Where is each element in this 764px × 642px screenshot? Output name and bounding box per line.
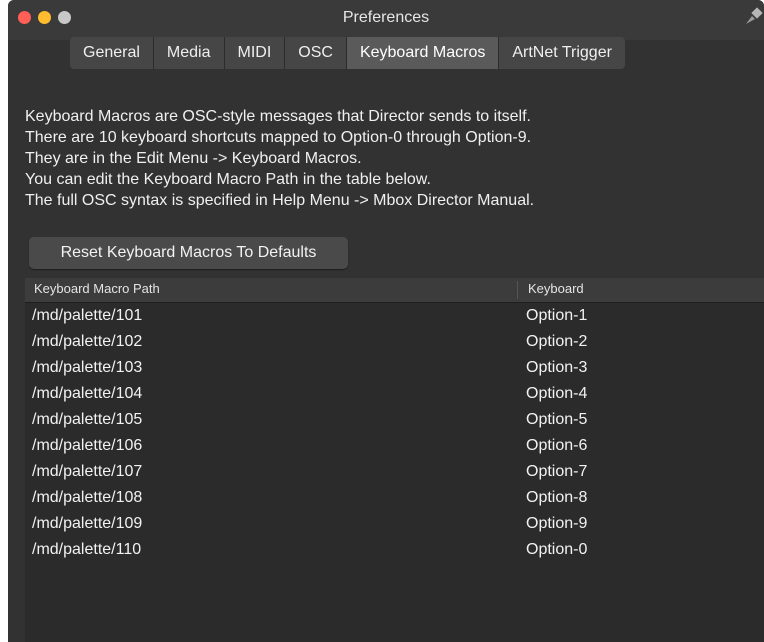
table-row[interactable]: /md/palette/104 Option-4 (25, 382, 764, 408)
table-row[interactable]: /md/palette/110 Option-0 (25, 538, 764, 564)
macro-path-cell[interactable]: /md/palette/104 (32, 385, 142, 403)
title-bar[interactable]: Preferences (8, 0, 764, 40)
macro-path-cell[interactable]: /md/palette/103 (32, 359, 142, 377)
reset-keyboard-macros-button[interactable]: Reset Keyboard Macros To Defaults (29, 237, 348, 269)
description-line: They are in the Edit Menu -> Keyboard Ma… (25, 150, 362, 167)
column-header-keyboard[interactable]: Keyboard (528, 281, 584, 296)
tab-general[interactable]: General (70, 37, 154, 69)
keyboard-cell: Option-0 (526, 541, 588, 558)
tab-midi[interactable]: MIDI (225, 37, 286, 69)
macro-path-cell[interactable]: /md/palette/102 (32, 333, 142, 351)
table-row[interactable]: /md/palette/107 Option-7 (25, 460, 764, 486)
macro-path-cell[interactable]: /md/palette/105 (32, 411, 142, 429)
keyboard-macros-table: Keyboard Macro Path Keyboard /md/palette… (25, 278, 764, 642)
keyboard-cell: Option-5 (526, 411, 588, 428)
description-text: Keyboard Macros are OSC-style messages t… (25, 106, 755, 211)
keyboard-cell: Option-6 (526, 437, 588, 454)
table-row[interactable]: /md/palette/101 Option-1 (25, 304, 764, 330)
description-line: The full OSC syntax is specified in Help… (25, 192, 535, 209)
keyboard-cell: Option-7 (526, 463, 588, 480)
column-divider[interactable] (517, 281, 518, 299)
table-row[interactable]: /md/palette/109 Option-9 (25, 512, 764, 538)
tab-artnet-trigger[interactable]: ArtNet Trigger (499, 37, 625, 69)
column-header-path[interactable]: Keyboard Macro Path (34, 281, 160, 296)
table-row[interactable]: /md/palette/106 Option-6 (25, 434, 764, 460)
macro-path-cell[interactable]: /md/palette/109 (32, 515, 142, 533)
table-body: /md/palette/101 Option-1 /md/palette/102… (25, 304, 764, 564)
keyboard-cell: Option-8 (526, 489, 588, 506)
description-line: You can edit the Keyboard Macro Path in … (25, 171, 431, 188)
preferences-window: Preferences General Media MIDI OSC Keybo… (8, 0, 764, 642)
table-row[interactable]: /md/palette/103 Option-3 (25, 356, 764, 382)
description-line: Keyboard Macros are OSC-style messages t… (25, 108, 531, 125)
macro-path-cell[interactable]: /md/palette/108 (32, 489, 142, 507)
macro-path-cell[interactable]: /md/palette/110 (32, 541, 141, 559)
table-row[interactable]: /md/palette/108 Option-8 (25, 486, 764, 512)
keyboard-cell: Option-3 (526, 359, 588, 376)
table-header: Keyboard Macro Path Keyboard (25, 278, 764, 303)
macro-path-cell[interactable]: /md/palette/107 (32, 463, 142, 481)
tab-media[interactable]: Media (154, 37, 225, 69)
keyboard-cell: Option-9 (526, 515, 588, 532)
tab-osc[interactable]: OSC (285, 37, 347, 69)
pin-icon (746, 7, 763, 24)
keyboard-cell: Option-1 (526, 307, 588, 324)
table-row[interactable]: /md/palette/105 Option-5 (25, 408, 764, 434)
table-row[interactable]: /md/palette/102 Option-2 (25, 330, 764, 356)
description-line: There are 10 keyboard shortcuts mapped t… (25, 129, 532, 146)
macro-path-cell[interactable]: /md/palette/106 (32, 437, 142, 455)
keyboard-cell: Option-2 (526, 333, 588, 350)
tab-keyboard-macros[interactable]: Keyboard Macros (346, 37, 500, 69)
window-title: Preferences (342, 9, 430, 26)
keyboard-cell: Option-4 (526, 385, 588, 402)
preferences-tab-bar: General Media MIDI OSC Keyboard Macros A… (70, 37, 625, 69)
macro-path-cell[interactable]: /md/palette/101 (32, 307, 142, 325)
